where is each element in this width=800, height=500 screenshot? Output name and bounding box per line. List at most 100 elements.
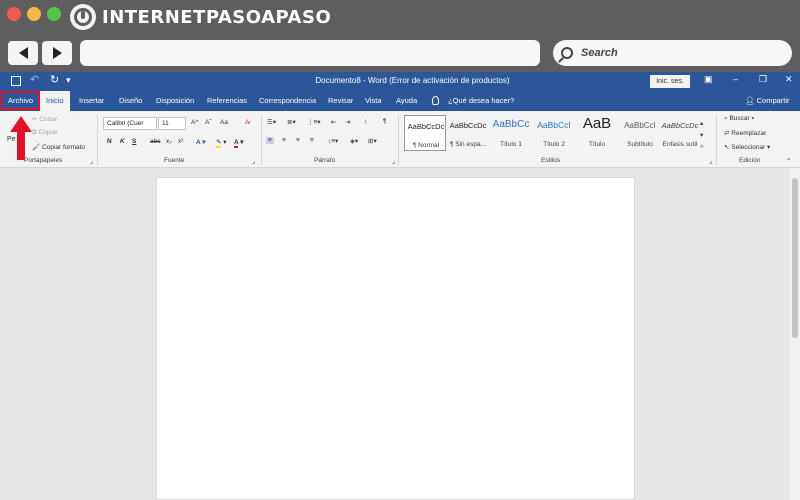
align-center-icon[interactable]: ≡ — [282, 137, 286, 144]
styles-scroll-down-icon[interactable]: ▾ — [700, 131, 703, 139]
style-no-spacing[interactable]: AaBbCcDc ¶ Sin espa... — [447, 115, 489, 151]
sign-in-button[interactable]: Inic. ses. — [650, 75, 690, 88]
share-button[interactable]: 👤︎ Compartir — [745, 91, 790, 111]
show-marks-icon[interactable]: ¶ — [383, 118, 387, 125]
tab-vista[interactable]: Vista — [365, 91, 382, 111]
copy-label: Copiar — [38, 129, 58, 136]
clear-format-icon[interactable]: A̷ — [245, 119, 249, 126]
maximize-window-button[interactable] — [47, 7, 61, 21]
style-sample: AaBbCcI — [624, 121, 656, 130]
styles-launcher-icon[interactable]: ⌟ — [709, 157, 712, 165]
style-heading-2[interactable]: AaBbCcI Título 2 — [533, 115, 575, 151]
tab-referencias[interactable]: Referencias — [207, 91, 247, 111]
ribbon-display-icon[interactable]: ▣ — [704, 74, 713, 85]
logo-text: INTERNETPASOAPASO — [102, 6, 332, 28]
grow-font-icon[interactable]: A^ — [191, 119, 198, 126]
style-sample: AaBbCc — [492, 119, 530, 130]
clipboard-launcher-icon[interactable]: ⌟ — [90, 157, 93, 165]
font-group-label: Fuente — [164, 157, 185, 164]
select-button[interactable]: ↖ Seleccionar ▾ — [724, 143, 770, 151]
paragraph-group-label: Párrafo — [314, 157, 336, 164]
style-subtle-emphasis[interactable]: AaBbCcDc Énfasis sutil — [660, 115, 700, 151]
tab-diseno[interactable]: Diseño — [119, 91, 142, 111]
minimize-icon[interactable]: – — [733, 74, 738, 84]
style-name: ¶ Sin espa... — [449, 141, 486, 148]
numbering-icon[interactable]: ≣▾ — [287, 118, 296, 126]
style-subtitle[interactable]: AaBbCcI Subtítulo — [619, 115, 661, 151]
align-left-icon[interactable]: ≡ — [266, 137, 274, 144]
italic-button[interactable]: K — [120, 138, 125, 145]
font-size-select[interactable]: 11 — [158, 117, 186, 130]
subscript-button[interactable]: x₂ — [166, 138, 172, 145]
style-name: ¶ Normal — [412, 142, 440, 149]
ribbon-home: Pe ✂ Cortar ⧉ Copiar 🖌︎ Copiar formato P… — [0, 111, 800, 168]
bullets-icon[interactable]: ☰▾ — [267, 118, 276, 126]
text-effects-icon[interactable]: A ▾ — [196, 138, 206, 146]
find-button[interactable]: ⌕ Buscar ▾ — [724, 115, 754, 123]
superscript-button[interactable]: x² — [178, 138, 183, 145]
logo-icon — [70, 4, 96, 30]
shading-icon[interactable]: ◈▾ — [350, 137, 358, 145]
multilevel-list-icon[interactable]: ⋮≡▾ — [307, 118, 321, 126]
forward-button[interactable] — [42, 41, 72, 65]
line-spacing-icon[interactable]: ↕≡▾ — [328, 137, 338, 145]
increase-indent-icon[interactable]: ⇥ — [345, 118, 350, 126]
group-divider — [261, 115, 262, 165]
tab-disposicion[interactable]: Disposición — [156, 91, 194, 111]
format-painter-button[interactable]: 🖌︎ Copiar formato — [32, 143, 85, 151]
tab-correspondencia[interactable]: Correspondencia — [259, 91, 316, 111]
back-button[interactable] — [8, 41, 38, 65]
address-bar[interactable] — [80, 40, 540, 66]
font-color-icon[interactable]: A ▾ — [234, 138, 244, 148]
minimize-window-button[interactable] — [27, 7, 41, 21]
site-logo: INTERNETPASOAPASO — [70, 4, 331, 30]
tab-insertar[interactable]: Insertar — [79, 91, 104, 111]
find-label: Buscar — [729, 115, 750, 122]
tell-me-box[interactable]: ¿Qué desea hacer? — [448, 91, 514, 111]
style-name: Título 1 — [500, 141, 522, 148]
strikethrough-button[interactable]: abc — [150, 138, 160, 145]
group-divider — [398, 115, 399, 165]
copy-button[interactable]: ⧉ Copiar — [32, 129, 58, 137]
paragraph-launcher-icon[interactable]: ⌟ — [392, 157, 395, 165]
tab-revisar[interactable]: Revisar — [328, 91, 353, 111]
style-heading-1[interactable]: AaBbCc Título 1 — [490, 115, 532, 151]
brush-icon: 🖌︎ — [32, 144, 43, 151]
bold-button[interactable]: N — [107, 138, 112, 145]
style-normal[interactable]: AaBbCcDc ¶ Normal — [404, 115, 446, 151]
change-case-icon[interactable]: Aa — [220, 119, 228, 126]
scrollbar-thumb[interactable] — [792, 178, 798, 338]
restore-icon[interactable]: ❐ — [759, 74, 767, 85]
style-sample: AaBbCcI — [537, 120, 571, 130]
group-divider — [716, 115, 717, 165]
borders-icon[interactable]: ⊞▾ — [368, 137, 377, 145]
font-name-select[interactable]: Calibri (Cuer — [103, 117, 157, 130]
font-launcher-icon[interactable]: ⌟ — [252, 157, 255, 165]
close-window-button[interactable] — [7, 7, 21, 21]
style-title[interactable]: AaB Título — [576, 115, 618, 151]
decrease-indent-icon[interactable]: ⇤ — [331, 118, 336, 126]
justify-icon[interactable]: ≡ — [310, 137, 314, 144]
select-label: Seleccionar — [731, 144, 766, 151]
red-arrow-annotation — [10, 116, 32, 160]
styles-more-icon[interactable]: ⩡ — [700, 143, 704, 151]
align-right-icon[interactable]: ≡ — [296, 137, 300, 144]
styles-scroll-up-icon[interactable]: ▴ — [700, 119, 703, 127]
back-arrow-icon — [18, 47, 28, 59]
collapse-ribbon-icon[interactable]: ⌃ — [786, 157, 791, 165]
cut-button[interactable]: ✂ Cortar — [32, 115, 57, 123]
highlight-icon[interactable]: ✎ ▾ — [216, 138, 227, 148]
tab-inicio[interactable]: Inicio — [40, 91, 70, 111]
underline-button[interactable]: S — [132, 138, 136, 145]
styles-gallery: AaBbCcDc ¶ Normal AaBbCcDc ¶ Sin espa...… — [402, 113, 698, 153]
shrink-font-icon[interactable]: Aˇ — [205, 119, 212, 126]
document-page[interactable] — [156, 177, 635, 500]
document-area — [0, 168, 800, 500]
style-name: Énfasis sutil — [662, 141, 698, 148]
tab-ayuda[interactable]: Ayuda — [396, 91, 417, 111]
close-icon[interactable]: ✕ — [785, 74, 793, 85]
vertical-scrollbar[interactable] — [790, 168, 800, 500]
search-field[interactable]: Search — [553, 40, 792, 66]
replace-button[interactable]: ⇄ Reemplazar — [724, 129, 766, 137]
sort-icon[interactable]: ↕ — [364, 118, 367, 125]
